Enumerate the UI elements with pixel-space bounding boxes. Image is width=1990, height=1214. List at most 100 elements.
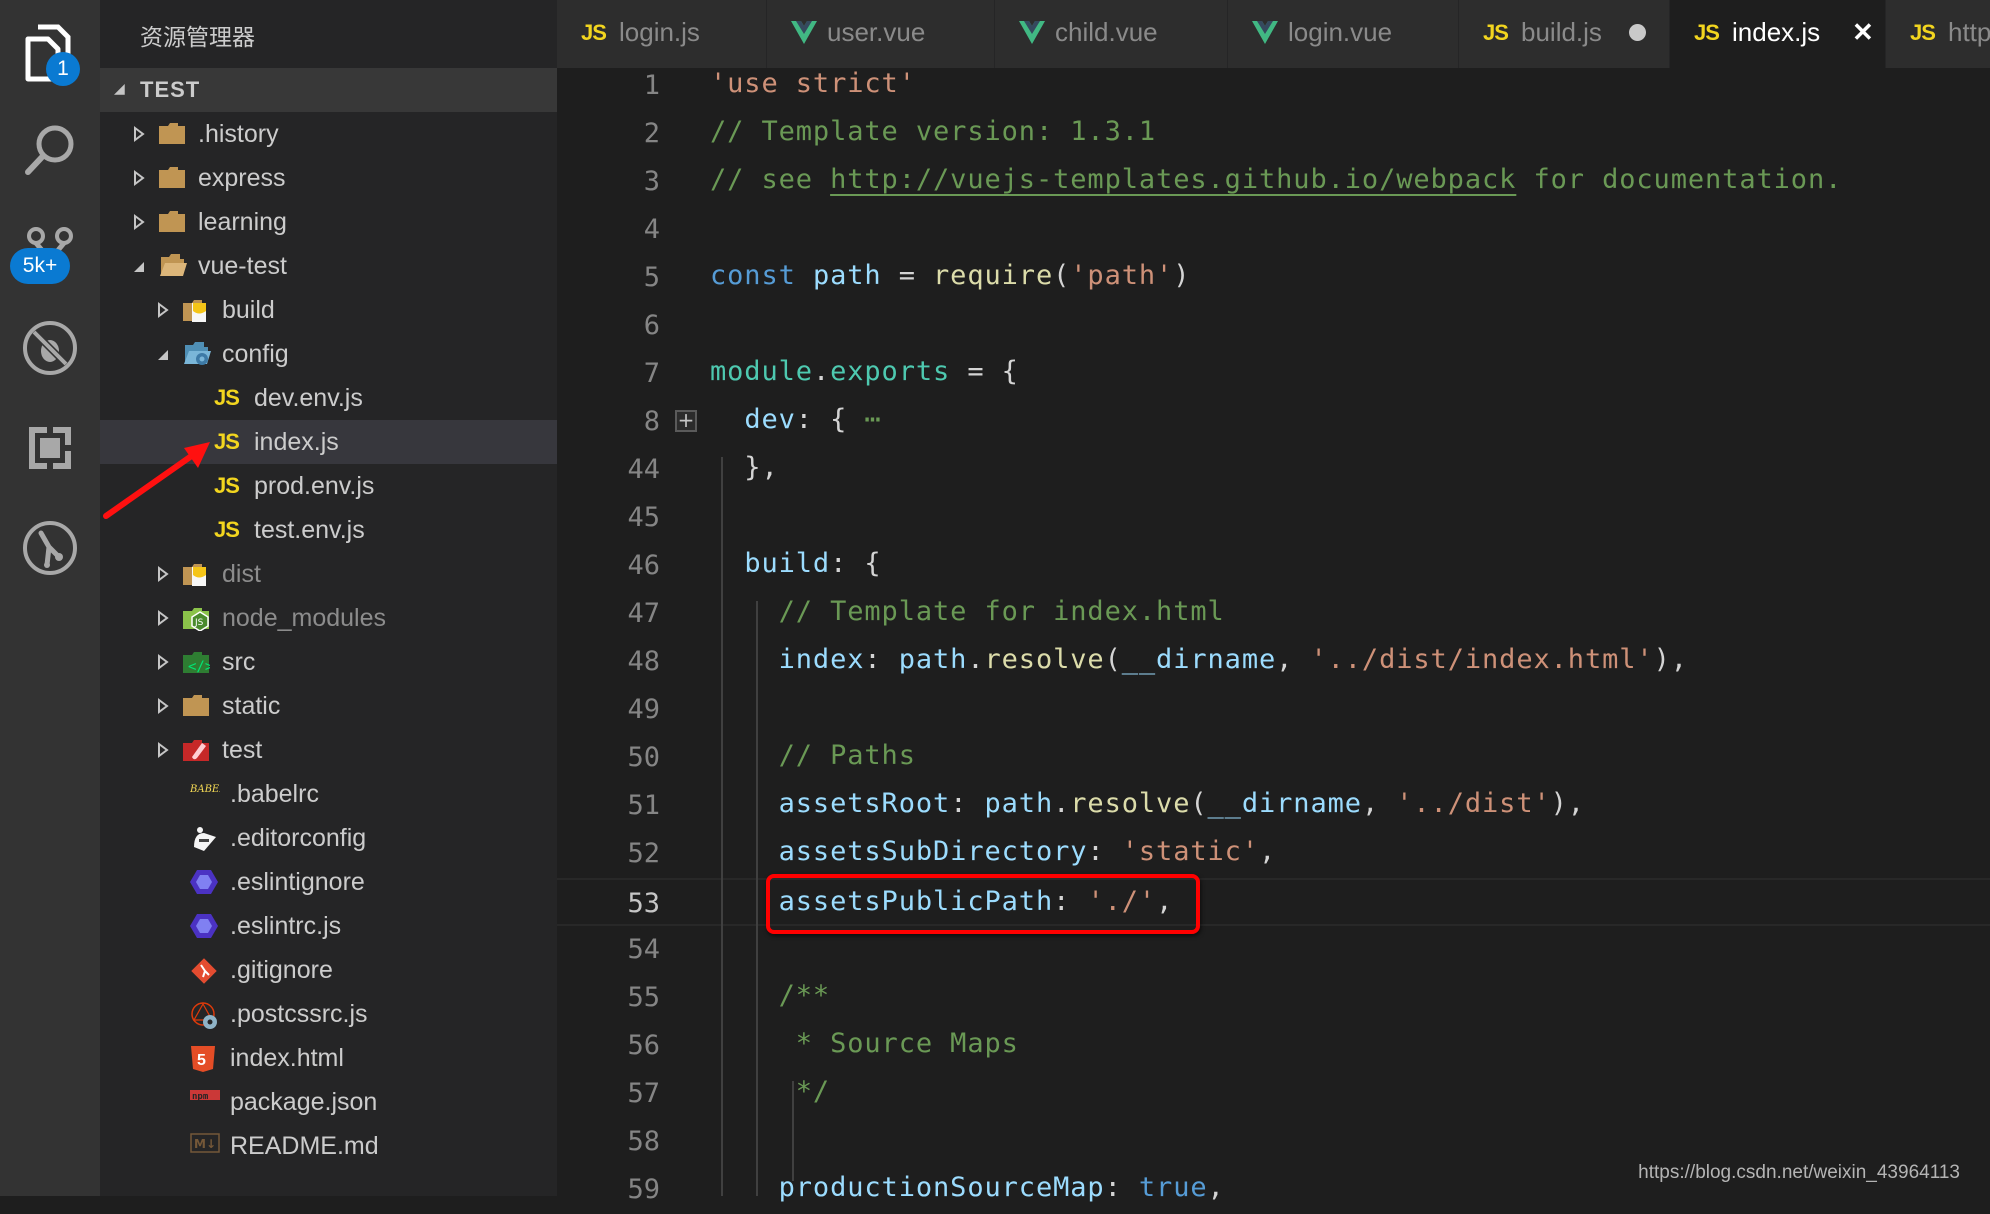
tree-file[interactable]: .eslintrc.js bbox=[100, 904, 557, 948]
babel-icon: BABEL bbox=[189, 781, 226, 807]
activity-git-graph[interactable] bbox=[18, 516, 82, 580]
line-number: 48 bbox=[627, 646, 660, 677]
code-text: const path = require('path') bbox=[710, 260, 1190, 291]
activity-search[interactable] bbox=[18, 118, 82, 182]
code-line[interactable]: 1 'use strict' bbox=[557, 62, 1990, 110]
folder-icon bbox=[158, 165, 186, 191]
code-line[interactable]: 58 bbox=[557, 1118, 1990, 1166]
tree-file[interactable]: JS dev.env.js bbox=[100, 376, 557, 420]
tree-file[interactable]: 5 index.html bbox=[100, 1036, 557, 1080]
code-line[interactable]: 52 assetsSubDirectory: 'static', bbox=[557, 830, 1990, 878]
chevron-right-icon[interactable] bbox=[132, 169, 146, 187]
tree-folder[interactable]: test bbox=[100, 728, 557, 772]
tree-file[interactable]: npm package.json bbox=[100, 1080, 557, 1124]
tree-folder[interactable]: static bbox=[100, 684, 557, 728]
js-icon: JS bbox=[214, 385, 240, 410]
code-token: , bbox=[1207, 1172, 1225, 1203]
tree-folder[interactable]: build bbox=[100, 288, 557, 332]
build-folder-icon bbox=[182, 297, 210, 323]
code-line[interactable]: 57 */ bbox=[557, 1070, 1990, 1118]
editor-tab[interactable]: JS http bbox=[1886, 0, 1990, 68]
js-icon: JS bbox=[581, 20, 607, 45]
code-line[interactable]: 49 bbox=[557, 686, 1990, 734]
code-text: productionSourceMap: true, bbox=[710, 1172, 1225, 1203]
code-line[interactable]: 45 bbox=[557, 494, 1990, 542]
code-line[interactable]: 48 index: path.resolve(__dirname, '../di… bbox=[557, 638, 1990, 686]
workspace-section-header[interactable]: ◢ TEST bbox=[100, 68, 557, 112]
code-line[interactable]: 46 build: { bbox=[557, 542, 1990, 590]
editor-tab[interactable]: JS build.js bbox=[1459, 0, 1670, 68]
code-editor[interactable]: 59 productionSourceMap: true, 58 57 */56 *… bbox=[557, 68, 1990, 1205]
code-token[interactable]: http://vuejs-templates.github.io/webpack bbox=[830, 164, 1516, 195]
code-token: for documentation. bbox=[1516, 164, 1843, 195]
code-line[interactable]: 55 /** bbox=[557, 974, 1990, 1022]
code-line[interactable]: 5 const path = require('path') bbox=[557, 254, 1990, 302]
html5-icon: 5 bbox=[190, 1045, 218, 1072]
code-line[interactable]: 47 // Template for index.html bbox=[557, 590, 1990, 638]
chevron-down-icon[interactable] bbox=[132, 257, 146, 275]
code-token: : bbox=[864, 644, 899, 675]
chevron-right-icon[interactable] bbox=[156, 697, 170, 715]
activity-extensions[interactable] bbox=[18, 416, 82, 480]
activity-source-control[interactable]: 5k+ bbox=[10, 214, 82, 284]
chevron-right-icon[interactable] bbox=[156, 741, 170, 759]
tree-folder[interactable]: config bbox=[100, 332, 557, 376]
tree-file[interactable]: .postcssrc.js bbox=[100, 992, 557, 1036]
editor-tab[interactable]: user.vue bbox=[767, 0, 995, 68]
js-icon: JS bbox=[1694, 20, 1720, 45]
code-line[interactable]: 6 bbox=[557, 302, 1990, 350]
editor-tab[interactable]: child.vue bbox=[995, 0, 1228, 68]
tree-folder[interactable]: express bbox=[100, 156, 557, 200]
chevron-right-icon[interactable] bbox=[156, 609, 170, 627]
code-line[interactable]: 44 }, bbox=[557, 446, 1990, 494]
tree-item-label: .eslintrc.js bbox=[230, 912, 342, 940]
tree-folder[interactable]: .history bbox=[100, 112, 557, 156]
fold-expand-icon[interactable]: + bbox=[675, 410, 697, 432]
unsaved-dot-icon[interactable] bbox=[1629, 24, 1646, 41]
tree-file[interactable]: .eslintignore bbox=[100, 860, 557, 904]
code-token: // Template for index.html bbox=[778, 596, 1225, 627]
code-line[interactable]: 3 // see http://vuejs-templates.github.io… bbox=[557, 158, 1990, 206]
tree-folder[interactable]: JS node_modules bbox=[100, 596, 557, 640]
tab-label: login.vue bbox=[1288, 17, 1393, 47]
code-token: , bbox=[1276, 644, 1311, 675]
code-line[interactable]: 50 // Paths bbox=[557, 734, 1990, 782]
tree-folder[interactable]: dist bbox=[100, 552, 557, 596]
code-token: module bbox=[710, 356, 813, 387]
chevron-down-icon[interactable] bbox=[156, 345, 170, 363]
sidebar-title: 资源管理器 bbox=[140, 25, 255, 51]
line-number: 53 bbox=[627, 888, 660, 919]
vue-icon bbox=[1019, 18, 1045, 48]
tree-folder[interactable]: </> src bbox=[100, 640, 557, 684]
chevron-right-icon[interactable] bbox=[156, 653, 170, 671]
code-line[interactable]: 2 // Template version: 1.3.1 bbox=[557, 110, 1990, 158]
code-line[interactable]: 56 * Source Maps bbox=[557, 1022, 1990, 1070]
code-line[interactable]: 7 module.exports = { bbox=[557, 350, 1990, 398]
tree-file[interactable]: .editorconfig bbox=[100, 816, 557, 860]
tree-file[interactable]: M↓ README.md bbox=[100, 1124, 557, 1168]
chevron-right-icon[interactable] bbox=[156, 301, 170, 319]
code-line[interactable]: 51 assetsRoot: path.resolve(__dirname, '… bbox=[557, 782, 1990, 830]
chevron-right-icon[interactable] bbox=[132, 213, 146, 231]
tree-file[interactable]: BABEL .babelrc bbox=[100, 772, 557, 816]
code-token: : bbox=[1087, 836, 1122, 867]
code-line[interactable]: 4 bbox=[557, 206, 1990, 254]
tree-file[interactable]: .gitignore bbox=[100, 948, 557, 992]
tree-folder[interactable]: learning bbox=[100, 200, 557, 244]
svg-text:BABEL: BABEL bbox=[190, 784, 220, 795]
editor-tab[interactable]: JS index.js ✕ bbox=[1670, 0, 1886, 68]
chevron-right-icon[interactable] bbox=[156, 565, 170, 583]
annotation-arrow bbox=[103, 442, 210, 519]
tree-folder[interactable]: vue-test bbox=[100, 244, 557, 288]
npm-icon: npm bbox=[190, 1089, 220, 1115]
chevron-right-icon[interactable] bbox=[132, 125, 146, 143]
line-number: 50 bbox=[627, 742, 660, 773]
editor-tab[interactable]: JS login.js bbox=[557, 0, 767, 68]
code-token: index bbox=[778, 644, 865, 675]
code-line[interactable]: 8 + dev: { ⋯ bbox=[557, 398, 1990, 446]
close-icon[interactable]: ✕ bbox=[1852, 17, 1874, 48]
editor-tab[interactable]: login.vue bbox=[1228, 0, 1459, 68]
activity-debug[interactable] bbox=[18, 316, 82, 380]
activity-explorer[interactable]: 1 bbox=[18, 22, 82, 86]
line-number: 44 bbox=[627, 454, 660, 485]
